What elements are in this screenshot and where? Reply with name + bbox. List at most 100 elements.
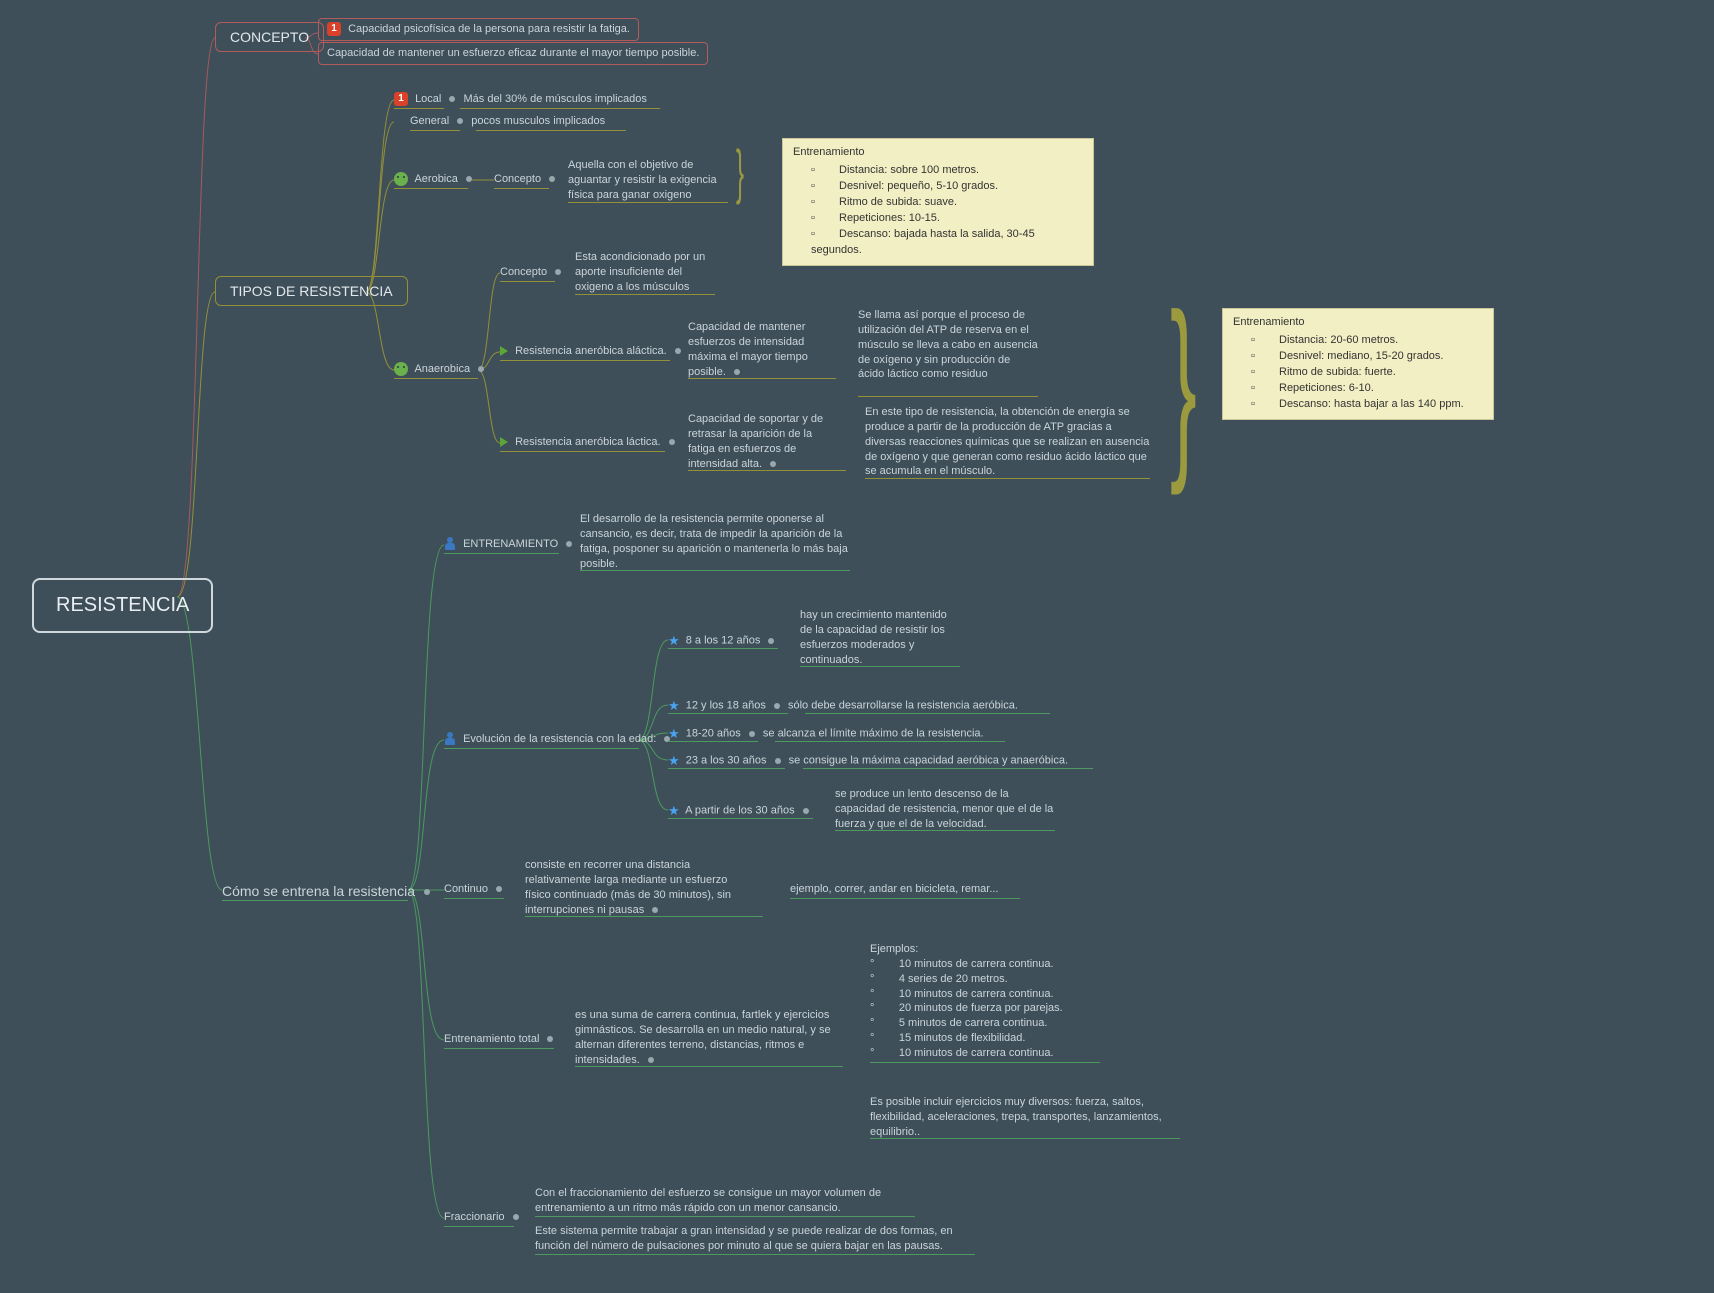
dot-icon [513,1214,519,1220]
continuo-ej[interactable]: ejemplo, correr, andar en bicicleta, rem… [790,882,998,897]
note2-item: Ritmo de subida: fuerte. [1251,365,1483,381]
dot-icon [775,758,781,764]
note-aerobica-entrenamiento[interactable]: Entrenamiento Distancia: sobre 100 metro… [782,138,1094,266]
dot-icon [669,439,675,445]
note2-item: Distancia: 20-60 metros. [1251,333,1483,349]
happy-icon [394,172,408,186]
node-fraccionario[interactable]: Fraccionario [444,1210,524,1225]
node-evolucion[interactable]: Evolución de la resistencia con la edad: [444,732,675,747]
dot-icon [457,118,463,124]
brace-icon: } [736,137,744,206]
note2-title: Entrenamiento [1233,315,1483,331]
evolucion-label: Evolución de la resistencia con la edad: [463,733,656,745]
node-alactica[interactable]: Resistencia aneróbica aláctica. [500,344,686,359]
alactica-expl[interactable]: Se llama así porque el proceso de utiliz… [858,308,1038,382]
node-anaerobica-concepto[interactable]: Concepto [500,265,566,280]
note1-item: Repeticiones: 10-15. [811,211,1083,227]
note2-item: Desnivel: mediano, 15-20 grados. [1251,349,1483,365]
total-def[interactable]: es una suma de carrera continua, fartlek… [575,1008,835,1067]
branch-concepto[interactable]: CONCEPTO [215,22,324,52]
node-lactica[interactable]: Resistencia aneróbica láctica. [500,435,680,450]
star-icon: ★ [668,632,680,650]
aerobica-label: Aerobica [414,173,457,185]
concepto-line1-text: Capacidad psicofísica de la persona para… [348,23,630,35]
dot-icon [675,348,681,354]
node-entrenamiento[interactable]: ENTRENAMIENTO [444,537,577,552]
evolucion-r4[interactable]: ★ 23 a los 30 años se consigue la máxima… [668,752,1068,770]
concepto-label: CONCEPTO [230,29,309,45]
root-node[interactable]: RESISTENCIA [32,578,213,633]
branch-como[interactable]: Cómo se entrena la resistencia [222,882,435,901]
anaerobica-label: Anaerobica [414,363,470,375]
fraccionario-label: Fraccionario [444,1211,505,1223]
brace-icon: } [1170,285,1197,485]
general-text: pocos musculos implicados [471,115,605,127]
note1-item: Descanso: bajada hasta la salida, 30-45 … [811,227,1083,259]
priority-1-icon: 1 [327,22,341,36]
lactica-label: Resistencia aneróbica láctica. [515,436,661,448]
total-extra[interactable]: Es posible incluir ejercicios muy divers… [870,1095,1180,1140]
local-text: Más del 30% de músculos implicados [463,93,646,105]
local-label: Local [415,93,441,105]
node-anaerobica[interactable]: Anaerobica [394,362,489,377]
dot-icon [424,889,430,895]
como-label: Cómo se entrena la resistencia [222,883,415,899]
node-aerobica[interactable]: Aerobica [394,172,477,187]
fraccionario-l2[interactable]: Este sistema permite trabajar a gran int… [535,1224,975,1254]
dot-icon [774,703,780,709]
evolucion-r1[interactable]: ★ 8 a los 12 años [668,632,779,650]
evolucion-r2[interactable]: ★ 12 y los 18 años sólo debe desarrollar… [668,697,1018,715]
alactica-def[interactable]: Capacidad de mantener esfuerzos de inten… [688,320,828,379]
note2-item: Repeticiones: 6-10. [1251,381,1483,397]
continuo-label: Continuo [444,883,488,895]
evolucion-r5[interactable]: ★ A partir de los 30 años [668,802,814,820]
anaerobica-concepto-label: Concepto [500,266,547,278]
tipos-label: TIPOS DE RESISTENCIA [230,283,393,299]
person-icon [444,537,456,551]
total-label: Entrenamiento total [444,1033,539,1045]
priority-1-icon: 1 [394,92,408,106]
evolucion-r1-text[interactable]: hay un crecimiento mantenido de la capac… [800,608,960,667]
aerobica-concepto-label: Concepto [494,173,541,185]
node-local[interactable]: 1 Local Más del 30% de músculos implicad… [394,92,647,107]
dot-icon [478,366,484,372]
concepto-line1[interactable]: 1 Capacidad psicofísica de la persona pa… [318,18,639,41]
dot-icon [749,731,755,737]
lactica-expl[interactable]: En este tipo de resistencia, la obtenció… [865,405,1150,479]
fraccionario-l1[interactable]: Con el fraccionamiento del esfuerzo se c… [535,1186,915,1216]
dot-icon [734,369,740,375]
dot-icon [803,808,809,814]
concepto-line2[interactable]: Capacidad de mantener un esfuerzo eficaz… [318,42,708,65]
sad-icon [394,362,408,376]
alactica-label: Resistencia aneróbica aláctica. [515,345,667,357]
dot-icon [549,176,555,182]
entrenamiento-text[interactable]: El desarrollo de la resistencia permite … [580,512,850,571]
node-general[interactable]: General pocos musculos implicados [410,114,605,129]
dot-icon [652,907,658,913]
dot-icon [566,541,572,547]
aerobica-text[interactable]: Aquella con el objetivo de aguantar y re… [568,158,728,203]
dot-icon [466,176,472,182]
arrow-right-icon [500,437,508,447]
note1-item: Desnivel: pequeño, 5-10 grados. [811,179,1083,195]
dot-icon [449,96,455,102]
lactica-def[interactable]: Capacidad de soportar y de retrasar la a… [688,412,838,471]
dot-icon [555,269,561,275]
evolucion-r5-text[interactable]: se produce un lento descenso de la capac… [835,787,1055,832]
continuo-def[interactable]: consiste en recorrer una distancia relat… [525,858,755,917]
dot-icon [547,1036,553,1042]
node-total[interactable]: Entrenamiento total [444,1032,558,1047]
dot-icon [768,638,774,644]
branch-tipos[interactable]: TIPOS DE RESISTENCIA [215,276,408,306]
node-aerobica-concepto[interactable]: Concepto [494,172,560,187]
evolucion-r3[interactable]: ★ 18-20 años se alcanza el límite máximo… [668,725,984,743]
person-icon [444,732,456,746]
node-continuo[interactable]: Continuo [444,882,507,897]
dot-icon [648,1057,654,1063]
note2-item: Descanso: hasta bajar a las 140 ppm. [1251,397,1483,413]
note-anaerobica-entrenamiento[interactable]: Entrenamiento Distancia: 20-60 metros. D… [1222,308,1494,420]
total-ejemplos[interactable]: Ejemplos: ° 10 minutos de carrera contin… [870,942,1100,1061]
anaerobica-concepto-text[interactable]: Esta acondicionado por un aporte insufic… [575,250,715,295]
note1-item: Distancia: sobre 100 metros. [811,163,1083,179]
dot-icon [496,886,502,892]
